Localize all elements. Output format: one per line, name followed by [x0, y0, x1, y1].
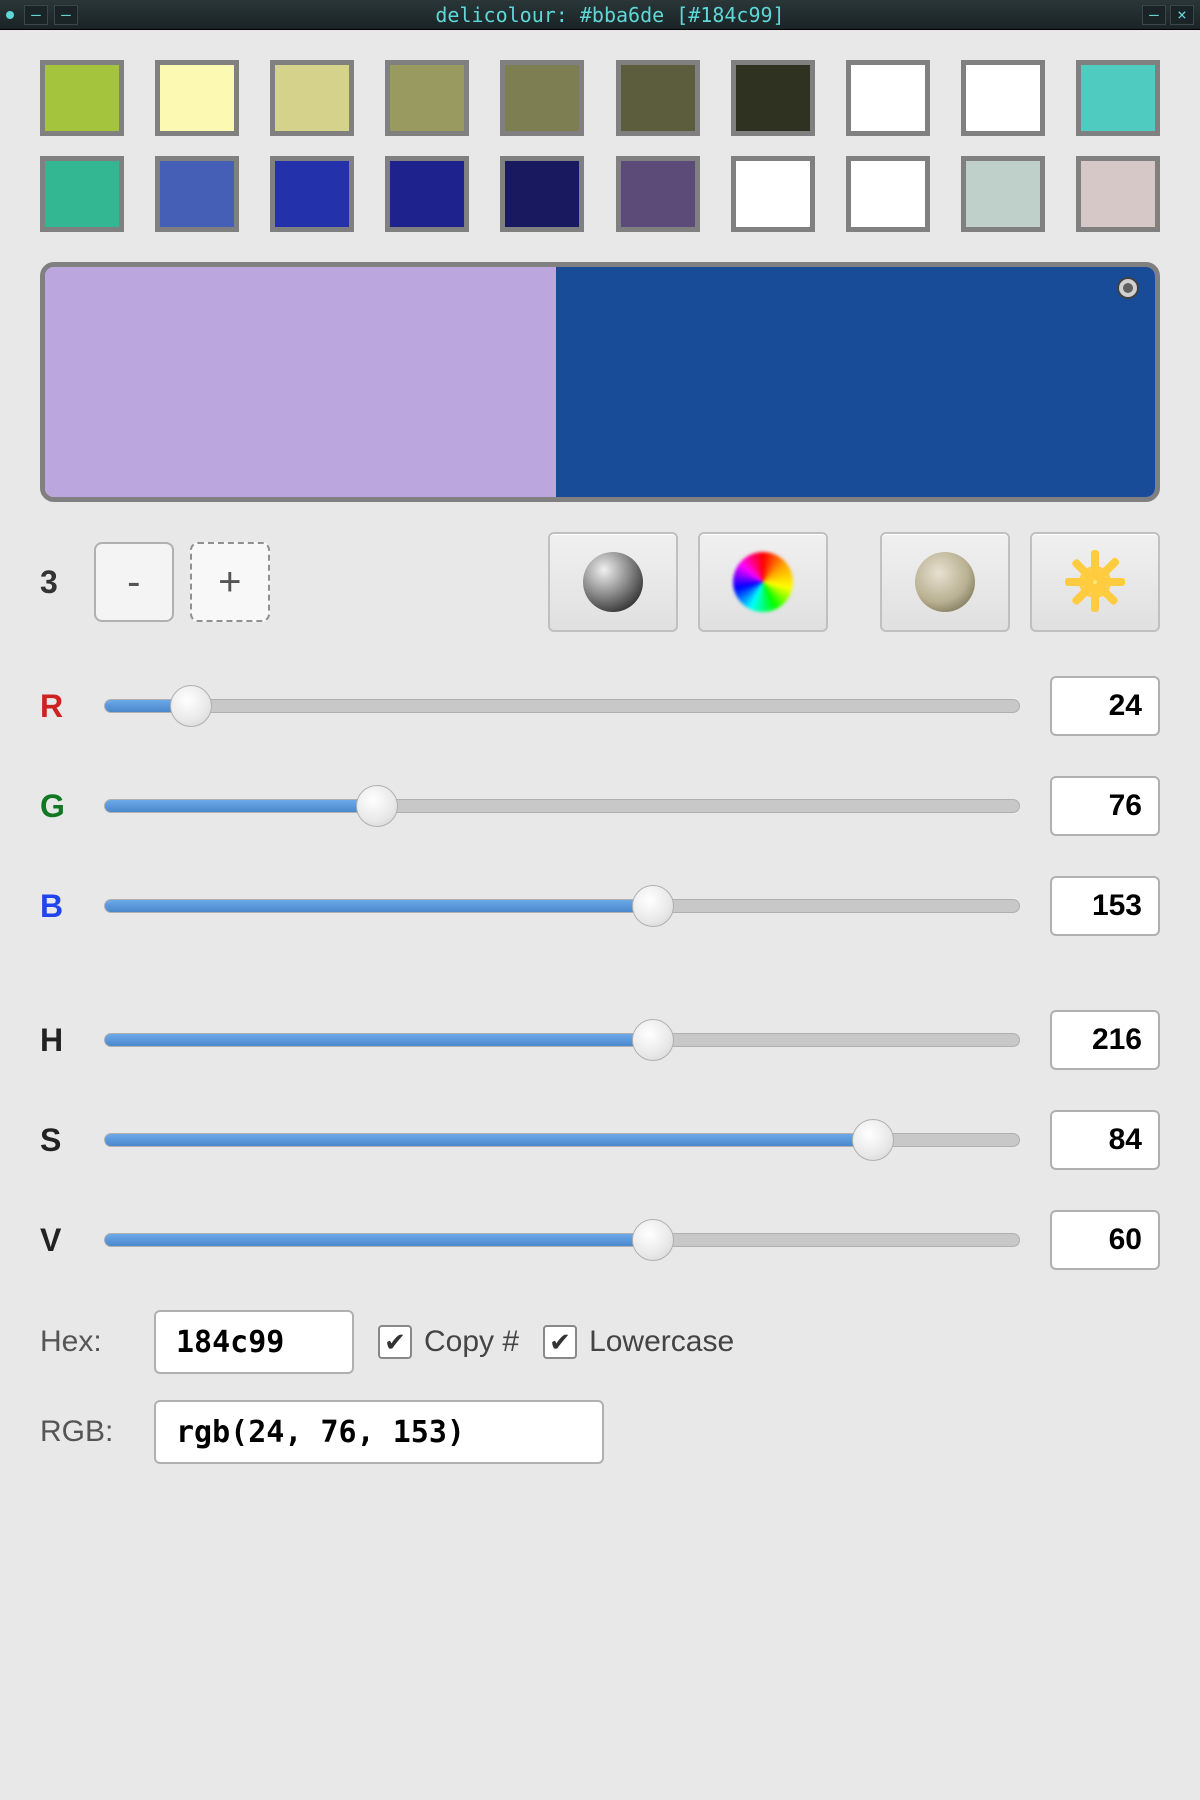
moon-icon	[915, 552, 975, 612]
step-increment-button[interactable]: +	[190, 542, 270, 622]
palette-swatch[interactable]	[616, 156, 700, 232]
active-indicator-icon	[1119, 279, 1137, 297]
slider-s[interactable]	[104, 1133, 1020, 1147]
palette-swatch[interactable]	[846, 156, 930, 232]
minimize-button[interactable]: —	[1142, 5, 1166, 25]
palette-row-2	[40, 156, 1160, 232]
close-button[interactable]: ×	[1170, 5, 1194, 25]
slider-b[interactable]	[104, 899, 1020, 913]
palette-swatch[interactable]	[616, 60, 700, 136]
slider-label-r: R	[40, 688, 74, 725]
slider-row-r: R	[40, 676, 1160, 736]
palette-swatch[interactable]	[961, 60, 1045, 136]
hex-label: Hex:	[40, 1325, 130, 1359]
value-s-input[interactable]	[1050, 1110, 1160, 1170]
slider-label-b: B	[40, 888, 74, 925]
rgb-output-row: RGB:	[40, 1400, 1160, 1464]
color-palette	[40, 60, 1160, 232]
slider-label-g: G	[40, 788, 74, 825]
lowercase-checkbox[interactable]: ✔ Lowercase	[543, 1325, 734, 1359]
copy-hash-checkbox[interactable]: ✔ Copy #	[378, 1325, 519, 1359]
slider-row-s: S	[40, 1110, 1160, 1170]
step-value: 3	[40, 564, 58, 601]
titlebar-indicator-icon	[6, 11, 14, 19]
color-compare-panel[interactable]	[40, 262, 1160, 502]
palette-swatch[interactable]	[385, 156, 469, 232]
palette-swatch[interactable]	[731, 60, 815, 136]
copy-hash-label: Copy #	[424, 1325, 519, 1359]
value-v-input[interactable]	[1050, 1210, 1160, 1270]
slider-label-s: S	[40, 1122, 74, 1159]
hex-input[interactable]	[154, 1310, 354, 1374]
sun-icon	[1063, 550, 1127, 614]
slider-thumb-s[interactable]	[852, 1119, 894, 1161]
palette-swatch[interactable]	[961, 156, 1045, 232]
rgb-input[interactable]	[154, 1400, 604, 1464]
palette-swatch[interactable]	[40, 156, 124, 232]
checkbox-icon: ✔	[378, 1325, 412, 1359]
slider-thumb-g[interactable]	[356, 785, 398, 827]
step-decrement-button[interactable]: -	[94, 542, 174, 622]
slider-row-h: H	[40, 1010, 1160, 1070]
rgb-label: RGB:	[40, 1415, 130, 1449]
slider-thumb-v[interactable]	[632, 1219, 674, 1261]
palette-swatch[interactable]	[500, 60, 584, 136]
compare-left-color[interactable]	[45, 267, 600, 497]
gray-sphere-icon	[583, 552, 643, 612]
saturate-button[interactable]	[698, 532, 828, 632]
slider-label-v: V	[40, 1222, 74, 1259]
darken-button[interactable]	[880, 532, 1010, 632]
palette-swatch[interactable]	[155, 60, 239, 136]
palette-swatch[interactable]	[1076, 60, 1160, 136]
slider-h[interactable]	[104, 1033, 1020, 1047]
slider-row-g: G	[40, 776, 1160, 836]
slider-v[interactable]	[104, 1233, 1020, 1247]
slider-row-v: V	[40, 1210, 1160, 1270]
hex-output-row: Hex: ✔ Copy # ✔ Lowercase	[40, 1310, 1160, 1374]
window-shade-button[interactable]: —	[54, 5, 78, 25]
slider-label-h: H	[40, 1022, 74, 1059]
lowercase-label: Lowercase	[589, 1325, 734, 1359]
palette-swatch[interactable]	[155, 156, 239, 232]
window-title: delicolour: #bba6de [#184c99]	[78, 3, 1142, 27]
checkbox-icon: ✔	[543, 1325, 577, 1359]
palette-swatch[interactable]	[846, 60, 930, 136]
value-h-input[interactable]	[1050, 1010, 1160, 1070]
window-menu-button[interactable]: —	[24, 5, 48, 25]
value-r-input[interactable]	[1050, 676, 1160, 736]
slider-g[interactable]	[104, 799, 1020, 813]
sliders-section: R G B H	[40, 676, 1160, 1270]
palette-swatch[interactable]	[500, 156, 584, 232]
slider-thumb-b[interactable]	[632, 885, 674, 927]
slider-thumb-h[interactable]	[632, 1019, 674, 1061]
desaturate-button[interactable]	[548, 532, 678, 632]
palette-row-1	[40, 60, 1160, 136]
lighten-button[interactable]	[1030, 532, 1160, 632]
palette-swatch[interactable]	[270, 156, 354, 232]
palette-swatch[interactable]	[1076, 156, 1160, 232]
slider-thumb-r[interactable]	[170, 685, 212, 727]
palette-swatch[interactable]	[731, 156, 815, 232]
palette-swatch[interactable]	[40, 60, 124, 136]
compare-right-color[interactable]	[556, 267, 1155, 497]
window-titlebar: — — delicolour: #bba6de [#184c99] — ×	[0, 0, 1200, 30]
slider-row-b: B	[40, 876, 1160, 936]
palette-swatch[interactable]	[385, 60, 469, 136]
value-g-input[interactable]	[1050, 776, 1160, 836]
controls-row: 3 - +	[40, 532, 1160, 632]
palette-swatch[interactable]	[270, 60, 354, 136]
rainbow-sphere-icon	[733, 552, 793, 612]
value-b-input[interactable]	[1050, 876, 1160, 936]
slider-r[interactable]	[104, 699, 1020, 713]
